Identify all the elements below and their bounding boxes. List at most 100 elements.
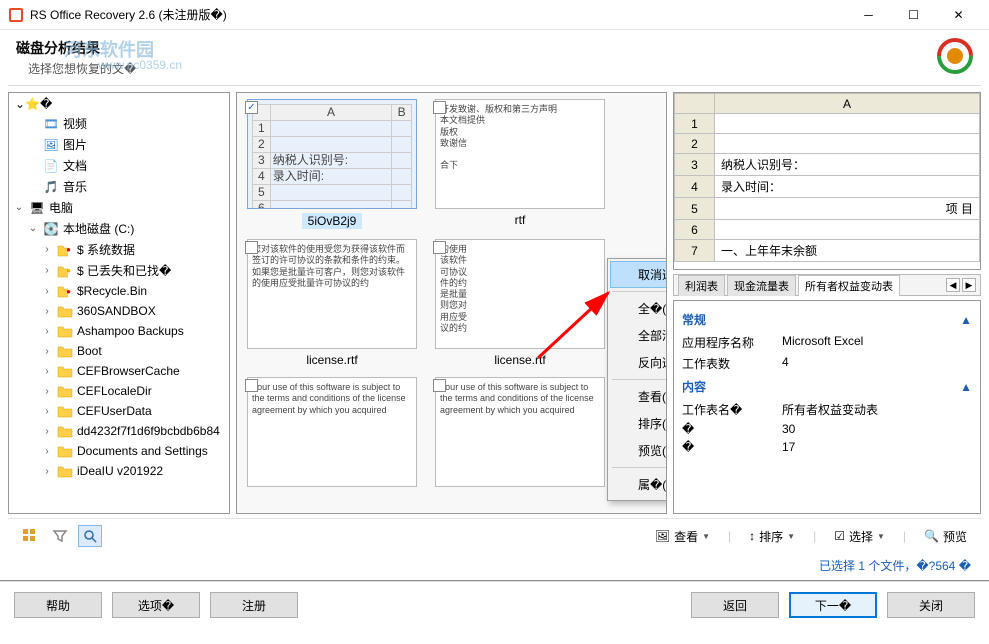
file-thumbnail[interactable]: Your use of this software is subject to … bbox=[243, 377, 421, 491]
folder-node[interactable]: ›CEFBrowserCache bbox=[9, 361, 229, 381]
folder-icon: ● bbox=[57, 242, 73, 258]
folder-node[interactable]: ›Documents and Settings bbox=[9, 441, 229, 461]
row-header[interactable]: 5 bbox=[675, 198, 715, 220]
cell[interactable] bbox=[715, 134, 980, 154]
folder-node[interactable]: ›360SANDBOX bbox=[9, 301, 229, 321]
file-checkbox[interactable]: ✓ bbox=[245, 101, 258, 114]
close-wizard-button[interactable]: 关闭 bbox=[887, 592, 975, 618]
page-subtitle: 选择您想恢复的文� bbox=[28, 60, 937, 77]
file-checkbox[interactable] bbox=[433, 101, 446, 114]
menu-sort[interactable]: 排序(X)▶ bbox=[610, 410, 667, 437]
file-grid[interactable]: ✓AB123纳税人识别号:4录入时间:567一、上年8加: 会计5iOvB2j9… bbox=[236, 92, 667, 514]
file-thumbnail[interactable]: ✓AB123纳税人识别号:4录入时间:567一、上年8加: 会计5iOvB2j9 bbox=[243, 99, 421, 229]
window-title: RS Office Recovery 2.6 (未注册版�) bbox=[30, 6, 846, 23]
next-button[interactable]: 下一� bbox=[789, 592, 877, 618]
sheet-tabs[interactable]: 利润表 现金流量表 所有者权益变动表 ◀ ▶ bbox=[673, 274, 981, 296]
folder-node[interactable]: ›Boot bbox=[9, 341, 229, 361]
folder-node[interactable]: ›iDeaIU v201922 bbox=[9, 461, 229, 481]
sort-button[interactable]: ↕排序▼ bbox=[745, 526, 799, 547]
computer-node[interactable]: ⌄🖥电脑 bbox=[9, 197, 229, 218]
doc-icon: 📄 bbox=[43, 158, 59, 174]
preview-button[interactable]: 🔍预览 bbox=[920, 526, 971, 547]
file-checkbox[interactable] bbox=[245, 379, 258, 392]
row-header[interactable]: 3 bbox=[675, 154, 715, 176]
minimize-button[interactable]: ─ bbox=[846, 0, 891, 29]
file-checkbox[interactable] bbox=[433, 241, 446, 254]
sheet-preview[interactable]: A 123纳税人识别号：4录入时间：5项 目67一、上年年末余额 bbox=[673, 92, 981, 270]
file-thumbnail[interactable]: Your use of this software is subject to … bbox=[431, 377, 609, 491]
wizard-footer: 帮助 选项� 注册 返回 下一� 关闭 bbox=[0, 580, 989, 628]
maximize-button[interactable]: ☐ bbox=[891, 0, 936, 29]
register-button[interactable]: 注册 bbox=[210, 592, 298, 618]
folder-node[interactable]: ›CEFUserData bbox=[9, 401, 229, 421]
folder-node[interactable]: ›Ashampoo Backups bbox=[9, 321, 229, 341]
search-button[interactable] bbox=[78, 525, 102, 547]
image-icon: 🖼 bbox=[43, 137, 59, 153]
menu-deselect[interactable]: 取消选择(S) bbox=[610, 261, 667, 288]
fav-video[interactable]: 🎞视频 bbox=[9, 113, 229, 134]
view-toolbar: 🖼查看▼ | ↕排序▼ | ☑选择▼ | 🔍预览 bbox=[8, 518, 981, 553]
row-header[interactable]: 1 bbox=[675, 114, 715, 134]
menu-view[interactable]: 查看(W)▶ bbox=[610, 383, 667, 410]
folder-node[interactable]: ›●$Recycle.Bin bbox=[9, 281, 229, 301]
file-checkbox[interactable] bbox=[433, 379, 446, 392]
tab-cashflow[interactable]: 现金流量表 bbox=[727, 275, 796, 296]
fav-music[interactable]: 🎵音乐 bbox=[9, 176, 229, 197]
fav-doc[interactable]: 📄文档 bbox=[9, 155, 229, 176]
folder-node[interactable]: ›●$ 已丢失和已找� bbox=[9, 260, 229, 281]
folder-tree[interactable]: ⌄ ⭐ � 🎞视频 🖼图片 📄文档 🎵音乐 ⌄🖥电脑 ⌄💽本地磁盘 (C:) ›… bbox=[8, 92, 230, 514]
tab-scroll-right[interactable]: ▶ bbox=[962, 278, 976, 292]
cell[interactable]: 录入时间： bbox=[715, 176, 980, 198]
row-header[interactable]: 4 bbox=[675, 176, 715, 198]
music-icon: 🎵 bbox=[43, 179, 59, 195]
close-button[interactable]: ✕ bbox=[936, 0, 981, 29]
file-checkbox[interactable] bbox=[245, 241, 258, 254]
row-header[interactable]: 6 bbox=[675, 220, 715, 240]
context-menu[interactable]: 取消选择(S) 全�(T) 全部清除(U) 反向选择(V) 查看(W)▶ 排序(… bbox=[607, 258, 667, 501]
menu-properties[interactable]: 属�(Z) bbox=[610, 471, 667, 498]
cell[interactable]: 一、上年年末余额 bbox=[715, 240, 980, 262]
folder-node[interactable]: ›●$ 系统数据 bbox=[9, 239, 229, 260]
help-button[interactable]: 帮助 bbox=[14, 592, 102, 618]
cell[interactable] bbox=[715, 220, 980, 240]
favorites-root[interactable]: ⌄ ⭐ � bbox=[9, 95, 229, 113]
row-header[interactable]: 7 bbox=[675, 240, 715, 262]
folder-node[interactable]: ›CEFLocaleDir bbox=[9, 381, 229, 401]
cell[interactable]: 项 目 bbox=[715, 198, 980, 220]
file-caption: license.rtf bbox=[494, 353, 545, 367]
grid-view-button[interactable] bbox=[18, 525, 42, 547]
file-thumbnail[interactable]: 的使用该软件可协议件的约是批量则您对用应受议的约license.rtf bbox=[431, 239, 609, 367]
props-section-content: 内容 bbox=[682, 378, 706, 395]
tab-scroll-left[interactable]: ◀ bbox=[946, 278, 960, 292]
file-caption: license.rtf bbox=[306, 353, 357, 367]
cell[interactable] bbox=[715, 114, 980, 134]
tab-profit[interactable]: 利润表 bbox=[678, 275, 725, 296]
back-button[interactable]: 返回 bbox=[691, 592, 779, 618]
fav-image[interactable]: 🖼图片 bbox=[9, 134, 229, 155]
menu-clear-all[interactable]: 全部清除(U) bbox=[610, 322, 667, 349]
options-button[interactable]: 选项� bbox=[112, 592, 200, 618]
file-thumbnail[interactable]: 您对该软件的使用受您为获得该软件而签订的许可协议的条款和条件的约束。如果您是批量… bbox=[243, 239, 421, 367]
folder-icon bbox=[57, 403, 73, 419]
local-disk-node[interactable]: ⌄💽本地磁盘 (C:) bbox=[9, 218, 229, 239]
row-header[interactable]: 2 bbox=[675, 134, 715, 154]
folder-icon bbox=[57, 303, 73, 319]
menu-select-all[interactable]: 全�(T) bbox=[610, 295, 667, 322]
collapse-icon[interactable]: ▲ bbox=[960, 380, 972, 394]
view-mode-button[interactable]: 🖼查看▼ bbox=[651, 526, 714, 547]
folder-icon bbox=[57, 423, 73, 439]
props-section-general: 常规 bbox=[682, 311, 706, 328]
select-button[interactable]: ☑选择▼ bbox=[830, 526, 889, 547]
folder-node[interactable]: ›dd4232f7f1d6f9bcbdb6b84 bbox=[9, 421, 229, 441]
properties-panel: 常规▲ 应用程序名称Microsoft Excel 工作表数4 内容▲ 工作表名… bbox=[673, 300, 981, 514]
disk-icon: 💽 bbox=[43, 221, 59, 237]
tab-equity[interactable]: 所有者权益变动表 bbox=[798, 275, 900, 296]
menu-preview[interactable]: 预览(Y)Enter bbox=[610, 437, 667, 464]
file-thumbnail[interactable]: 开发致谢、版权和第三方声明本文档提供版权致谢信合下rtf bbox=[431, 99, 609, 229]
col-header[interactable]: A bbox=[715, 94, 980, 114]
cell[interactable]: 纳税人识别号： bbox=[715, 154, 980, 176]
folder-icon bbox=[57, 463, 73, 479]
collapse-icon[interactable]: ▲ bbox=[960, 313, 972, 327]
menu-invert-selection[interactable]: 反向选择(V) bbox=[610, 349, 667, 376]
filter-button[interactable] bbox=[48, 525, 72, 547]
